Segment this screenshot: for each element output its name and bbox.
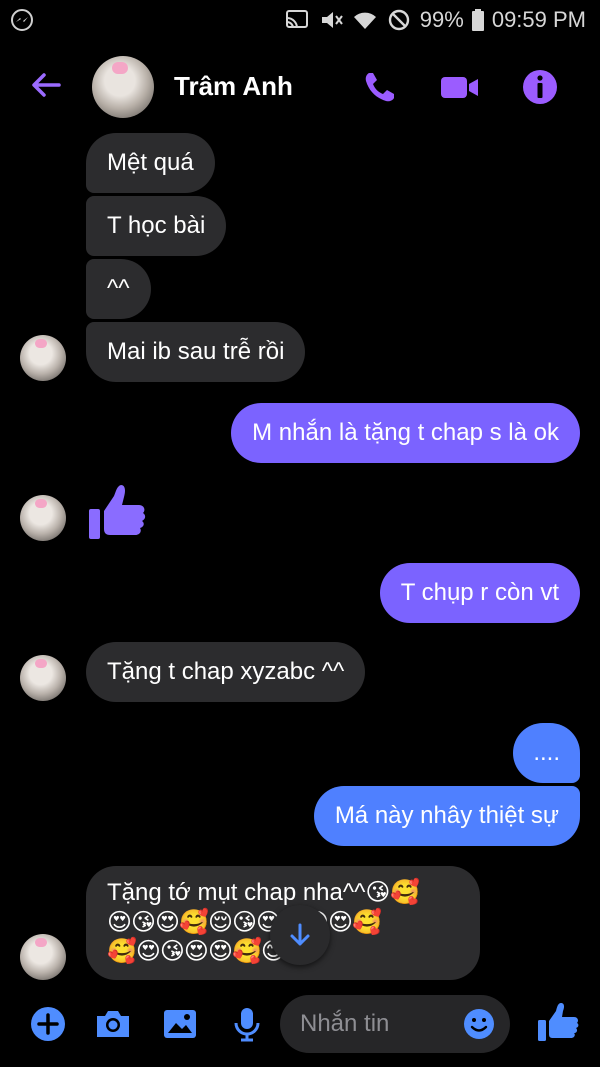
- incoming-message[interactable]: Tặng t chap xyzabc ^^: [86, 642, 366, 702]
- status-bar: 99% 09:59 PM: [0, 0, 600, 40]
- outgoing-message[interactable]: Má này nhây thiệt sự: [313, 786, 580, 846]
- message-input[interactable]: Nhắn tin: [280, 995, 510, 1053]
- contact-name[interactable]: Trâm Anh: [174, 71, 293, 102]
- incoming-message[interactable]: ^^: [86, 259, 151, 319]
- emoji-icon[interactable]: [462, 1007, 496, 1041]
- incoming-message[interactable]: T học bài: [86, 196, 227, 256]
- do-not-disturb-icon: [388, 9, 409, 31]
- image-icon[interactable]: [160, 1004, 200, 1044]
- clock: 09:59 PM: [491, 7, 586, 32]
- battery-icon: [471, 9, 484, 31]
- camera-icon[interactable]: [93, 1004, 133, 1044]
- incoming-message[interactable]: Mai ib sau trễ rồi: [86, 322, 306, 382]
- outgoing-message[interactable]: M nhắn là tặng t chap s là ok: [231, 403, 580, 463]
- video-camera-icon[interactable]: [439, 67, 479, 107]
- message-input-placeholder: Nhắn tin: [300, 1010, 390, 1037]
- conversation-header: Trâm Anh: [0, 40, 600, 134]
- contact-avatar-small[interactable]: [20, 655, 66, 701]
- thumbs-up-icon[interactable]: [86, 481, 148, 543]
- contact-avatar-small[interactable]: [20, 335, 66, 381]
- contact-avatar[interactable]: [92, 56, 154, 118]
- scroll-to-bottom-button[interactable]: [270, 905, 330, 965]
- plus-icon[interactable]: [28, 1004, 68, 1044]
- outgoing-message[interactable]: T chụp r còn vt: [379, 563, 580, 623]
- thumbs-up-icon[interactable]: [536, 1000, 580, 1044]
- wifi-icon: [353, 12, 376, 29]
- outgoing-message[interactable]: ....: [513, 723, 580, 783]
- contact-avatar-small[interactable]: [20, 934, 66, 980]
- message-composer: Nhắn tin: [0, 990, 600, 1067]
- phone-icon[interactable]: [360, 67, 400, 107]
- info-icon[interactable]: [520, 67, 560, 107]
- arrow-down-icon: [290, 923, 310, 946]
- incoming-message[interactable]: Mệt quá: [86, 133, 215, 193]
- battery-percent: 99%: [419, 7, 464, 32]
- messenger-notification-icon: [11, 9, 33, 31]
- cast-icon: [285, 10, 308, 29]
- message-text: Tặng tớ mụt chap nha^^😘🥰: [107, 879, 421, 906]
- microphone-icon[interactable]: [227, 1004, 267, 1044]
- mute-icon: [321, 12, 343, 28]
- contact-avatar-small[interactable]: [20, 495, 66, 541]
- back-arrow-icon[interactable]: [28, 67, 64, 103]
